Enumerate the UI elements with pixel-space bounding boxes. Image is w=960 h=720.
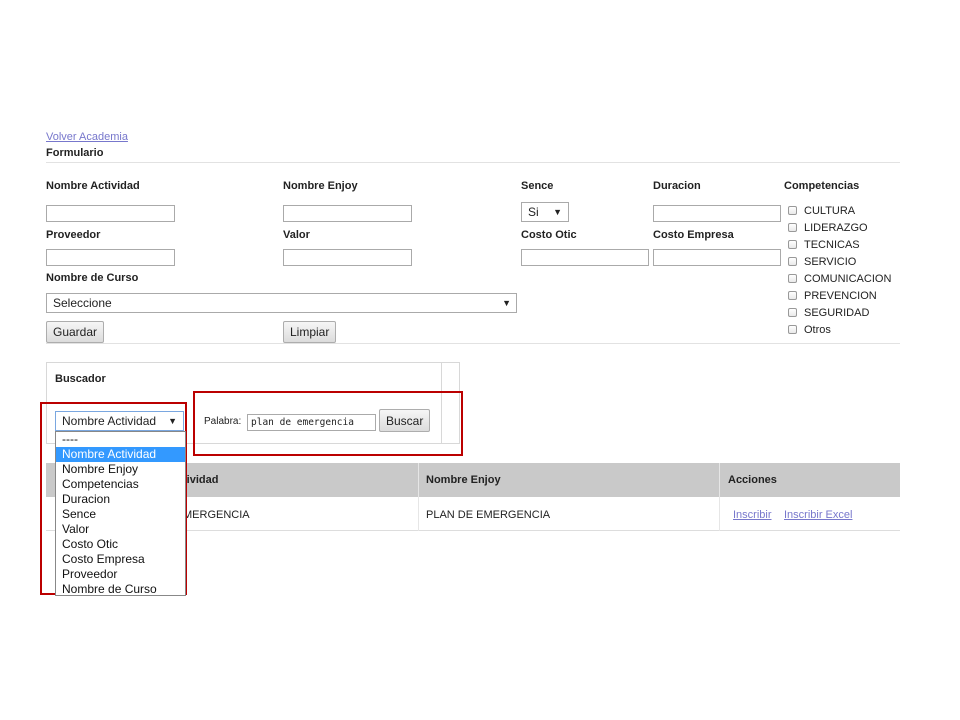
limpiar-button[interactable]: Limpiar [283,321,337,343]
nombre-enjoy-label: Nombre Enjoy [283,180,358,192]
header-nombre-actividad: tividad [183,474,219,486]
chevron-down-icon: ▼ [502,298,511,308]
dropdown-option[interactable]: Sence [56,507,185,522]
divider [719,463,720,531]
competencia-comunicacion[interactable]: COMUNICACION [788,270,891,287]
dropdown-option[interactable]: Competencias [56,477,185,492]
competencia-cultura[interactable]: CULTURA [788,202,891,219]
dropdown-option[interactable]: Costo Otic [56,537,185,552]
nombre-curso-select[interactable]: Seleccione ▼ [46,293,517,313]
guardar-button[interactable]: Guardar [46,321,105,343]
competencias-label: Competencias [784,180,860,192]
divider [46,162,900,163]
duracion-input[interactable] [653,205,781,222]
divider [418,463,419,531]
nombre-curso-value: Seleccione [53,296,112,310]
checkbox-icon[interactable] [788,206,797,215]
dropdown-option[interactable]: Nombre Enjoy [56,462,185,477]
back-link[interactable]: Volver Academia [46,131,128,143]
valor-label: Valor [283,229,310,241]
checkbox-icon[interactable] [788,274,797,283]
inscribir-link[interactable]: Inscribir [733,509,772,521]
valor-input[interactable] [283,249,412,266]
checkbox-icon[interactable] [788,308,797,317]
checkbox-icon[interactable] [788,257,797,266]
dropdown-option[interactable]: Proveedor [56,567,185,582]
field-select-value: Nombre Actividad [62,414,157,428]
field-select[interactable]: Nombre Actividad ▼ [55,411,184,431]
dropdown-option[interactable]: Duracion [56,492,185,507]
sence-value: Si [528,205,539,219]
header-nombre-enjoy: Nombre Enjoy [426,474,501,486]
checkbox-icon[interactable] [788,291,797,300]
nombre-curso-label: Nombre de Curso [46,272,139,284]
proveedor-label: Proveedor [46,229,101,241]
competencia-liderazgo[interactable]: LIDERAZGO [788,219,891,236]
divider [46,343,900,344]
inscribir-excel-link[interactable]: Inscribir Excel [784,509,852,521]
competencias-list: CULTURA LIDERAZGO TECNICAS SERVICIO COMU… [788,202,891,338]
form-title: Formulario [46,147,104,159]
checkbox-icon[interactable] [788,325,797,334]
dropdown-option[interactable]: Nombre de Curso [56,582,185,595]
chevron-down-icon: ▼ [553,207,562,217]
dropdown-option[interactable]: ---- [56,432,185,447]
checkbox-icon[interactable] [788,223,797,232]
chevron-down-icon: ▼ [168,416,177,426]
buscar-button[interactable]: Buscar [379,409,431,432]
sence-label: Sence [521,180,554,192]
checkbox-icon[interactable] [788,240,797,249]
cell-nombre-enjoy: PLAN DE EMERGENCIA [426,509,551,521]
duracion-label: Duracion [653,180,701,192]
cell-nombre-actividad: MERGENCIA [183,509,250,521]
competencia-servicio[interactable]: SERVICIO [788,253,891,270]
field-dropdown-list[interactable]: ---- Nombre Actividad Nombre Enjoy Compe… [55,431,186,596]
competencia-otros[interactable]: Otros [788,321,891,338]
header-acciones: Acciones [728,474,777,486]
nombre-enjoy-input[interactable] [283,205,412,222]
costo-empresa-label: Costo Empresa [653,229,734,241]
buscador-title: Buscador [55,373,106,385]
costo-empresa-input[interactable] [653,249,781,266]
proveedor-input[interactable] [46,249,175,266]
sence-select[interactable]: Si ▼ [521,202,569,222]
palabra-input[interactable]: plan de emergencia [247,414,376,431]
competencia-tecnicas[interactable]: TECNICAS [788,236,891,253]
costo-otic-input[interactable] [521,249,649,266]
competencia-seguridad[interactable]: SEGURIDAD [788,304,891,321]
nombre-actividad-label: Nombre Actividad [46,180,140,192]
competencia-prevencion[interactable]: PREVENCION [788,287,891,304]
dropdown-option-selected[interactable]: Nombre Actividad [56,447,185,462]
nombre-actividad-input[interactable] [46,205,175,222]
palabra-label: Palabra: [204,416,242,427]
costo-otic-label: Costo Otic [521,229,577,241]
dropdown-option[interactable]: Valor [56,522,185,537]
dropdown-option[interactable]: Costo Empresa [56,552,185,567]
